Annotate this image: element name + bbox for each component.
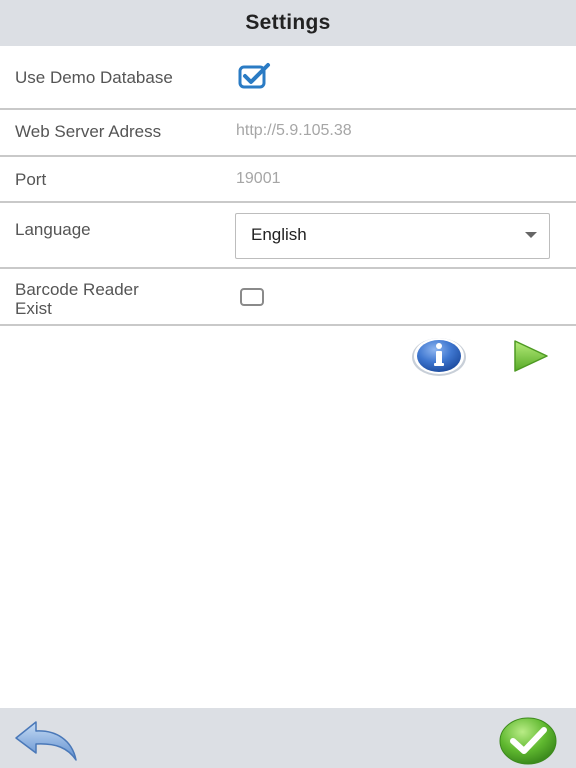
- info-icon[interactable]: [409, 334, 469, 378]
- header-bar: Settings: [0, 0, 576, 46]
- language-label: Language: [15, 220, 91, 239]
- barcode-label-line1: Barcode Reader: [15, 280, 139, 299]
- play-icon[interactable]: [512, 339, 550, 373]
- checkmark-icon[interactable]: [498, 714, 558, 766]
- language-select[interactable]: English: [235, 213, 550, 259]
- web-server-field[interactable]: http://5.9.105.38: [236, 122, 352, 140]
- demo-database-checkbox[interactable]: [238, 62, 272, 90]
- footer-bar: [0, 708, 576, 768]
- settings-screen: Settings Use Demo Database Web Server Ad…: [0, 0, 576, 768]
- back-arrow-icon[interactable]: [12, 718, 80, 766]
- language-selected-value: English: [251, 225, 307, 244]
- port-label: Port: [15, 170, 47, 189]
- settings-row-web-server: Web Server Adress http://5.9.105.38: [0, 110, 576, 157]
- barcode-checkbox[interactable]: [240, 288, 264, 306]
- chevron-down-icon: [525, 232, 537, 238]
- port-field[interactable]: 19001: [236, 170, 281, 188]
- settings-row-demo-database: Use Demo Database: [0, 46, 576, 110]
- barcode-label-line2: Exist: [15, 299, 52, 318]
- web-server-label: Web Server Adress: [15, 122, 162, 141]
- settings-row-port: Port 19001: [0, 157, 576, 203]
- demo-database-label: Use Demo Database: [15, 68, 173, 87]
- page-title: Settings: [245, 11, 331, 34]
- settings-row-barcode: Barcode Reader Exist: [0, 269, 576, 326]
